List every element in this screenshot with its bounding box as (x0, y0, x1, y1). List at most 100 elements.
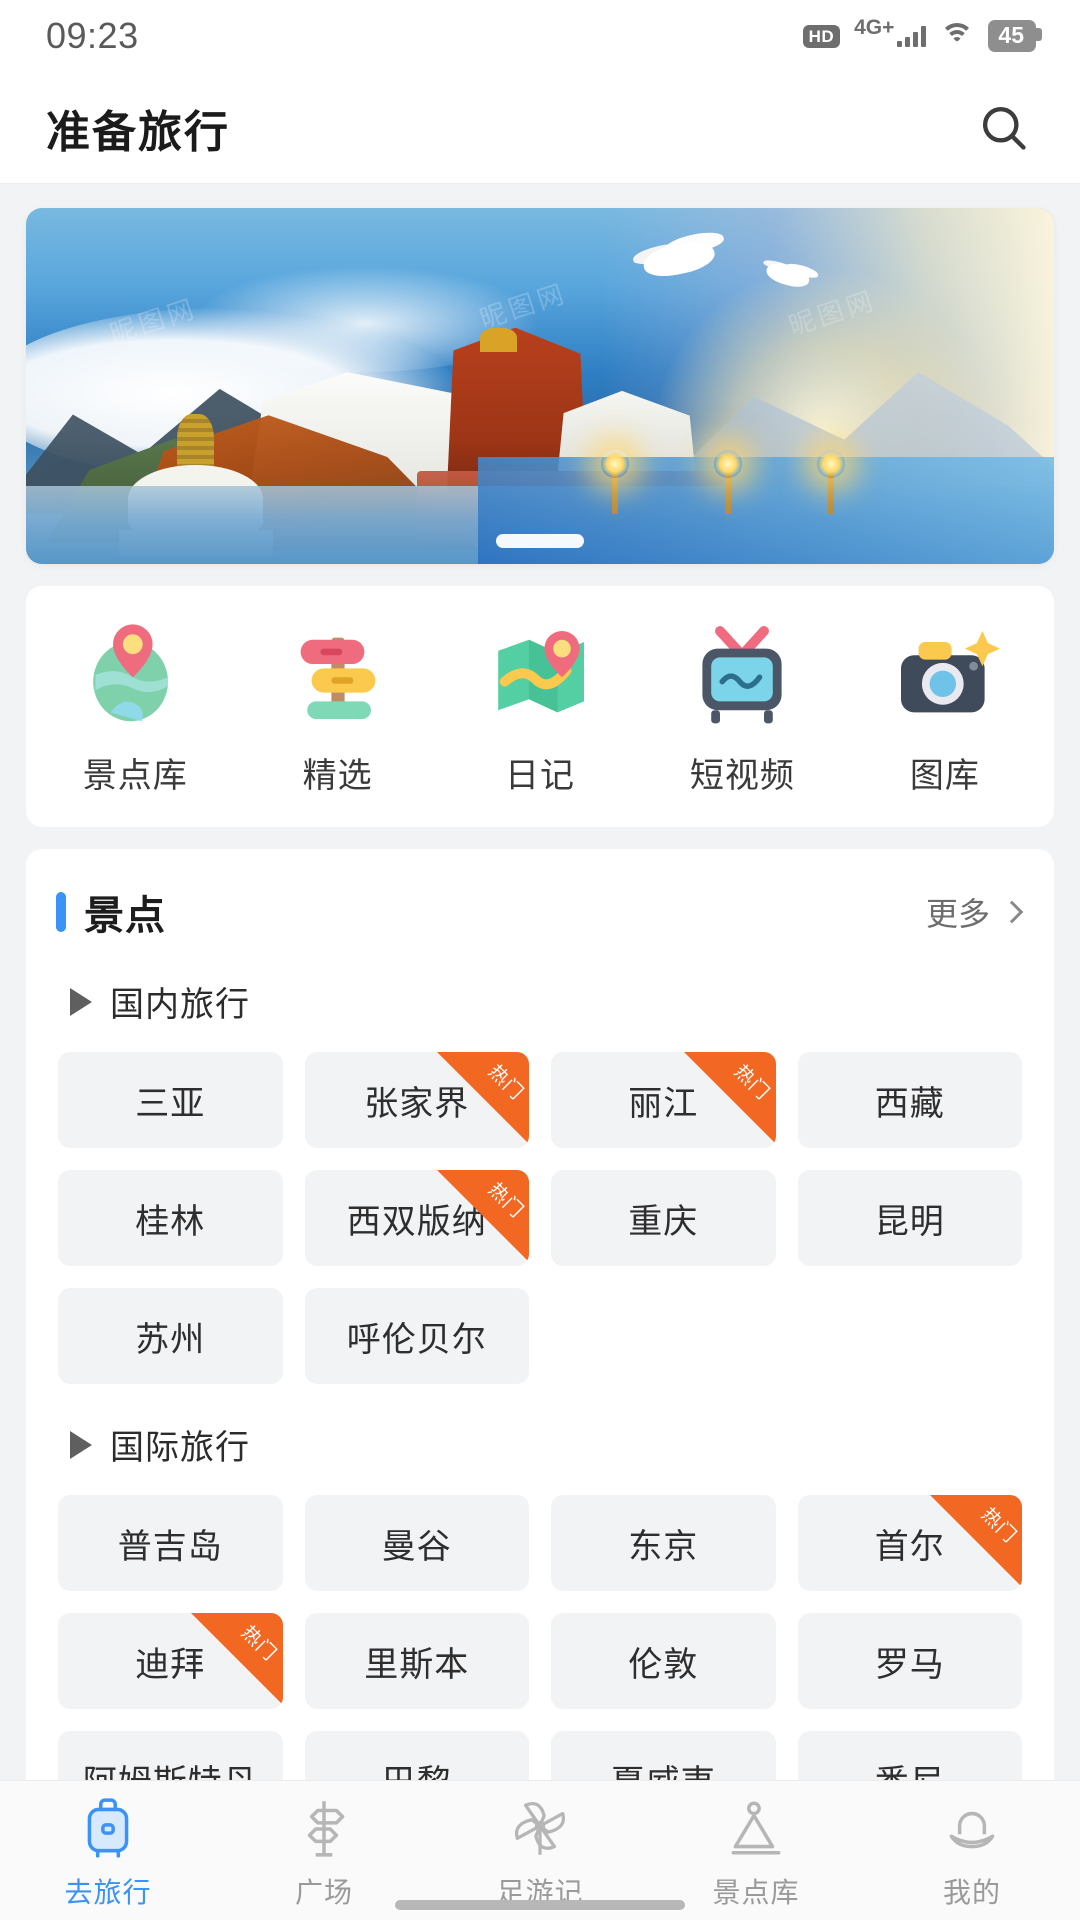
quick-action-tuku[interactable]: 图库 (844, 620, 1046, 797)
section-title: 景点 (84, 894, 166, 938)
destination-tag[interactable]: 昆明 (797, 1170, 1022, 1266)
destination-tag[interactable]: 里斯本 (304, 1613, 529, 1709)
tab-guangchang[interactable]: 广场 (216, 1795, 432, 1911)
quick-action-riji[interactable]: 日记 (439, 620, 641, 797)
group-title: 国际旅行 (110, 1429, 250, 1467)
destination-tag[interactable]: 曼谷 (304, 1495, 529, 1591)
more-link[interactable]: 更多 (925, 889, 1024, 935)
tab-jingdianku[interactable]: 景点库 (648, 1795, 864, 1911)
destination-tag[interactable]: 苏州 (58, 1288, 283, 1384)
battery-icon: 45 (988, 20, 1042, 52)
network-label: 4G+ (854, 16, 895, 39)
destination-tag[interactable]: 张家界 热门 (304, 1052, 529, 1148)
destination-tag-label: 夏威夷 (611, 1755, 716, 1781)
destination-tag[interactable]: 夏威夷 (551, 1731, 776, 1780)
destination-tag[interactable]: 重庆 (551, 1170, 776, 1266)
map-pin-icon (485, 620, 595, 728)
destination-tag[interactable]: 丽江 热门 (551, 1052, 776, 1148)
destination-tag[interactable]: 普吉岛 (58, 1495, 283, 1591)
search-icon[interactable] (972, 96, 1036, 160)
destination-tag-label: 东京 (628, 1527, 699, 1566)
tag-grid-international: 普吉岛 曼谷 东京 首尔热门迪拜热门 里斯本 伦敦 罗马阿姆斯特丹 巴黎 夏威夷 悉尼 (26, 1469, 1054, 1780)
signpost-icon (307, 1801, 345, 1857)
quick-action-jingxuan[interactable]: 精选 (236, 620, 438, 797)
tab-label: 广场 (294, 1877, 353, 1908)
tab-wode[interactable]: 我的 (864, 1795, 1080, 1911)
quick-action-label: 图库 (909, 757, 980, 795)
bottom-tab-bar: 去旅行 广场 足游记 景点库 我的 (0, 1780, 1080, 1920)
app-root: 09:23 HD 4G+ 45 准备旅行 昵图网 昵图网 昵图网 景点库 精选 … (0, 0, 1080, 1920)
chevron-right-icon (1000, 900, 1024, 924)
quick-action-duanshipin[interactable]: 短视频 (641, 620, 843, 797)
globe-pin-icon (80, 620, 190, 728)
destination-tag-label: 西藏 (874, 1084, 945, 1123)
destination-tag-label: 曼谷 (381, 1527, 452, 1566)
hd-icon: HD (802, 24, 841, 48)
destination-tag-label: 巴黎 (382, 1755, 452, 1781)
destination-tag-label: 重庆 (628, 1202, 699, 1241)
destination-tag-label: 三亚 (135, 1084, 206, 1123)
carousel-indicator[interactable] (496, 534, 584, 548)
tab-zuyouji[interactable]: 足游记 (432, 1795, 648, 1911)
destination-tag-label: 昆明 (874, 1202, 945, 1241)
destination-tag-label: 呼伦贝尔 (346, 1320, 487, 1359)
tv-icon (687, 620, 797, 728)
group-header-international[interactable]: 国际旅行 (26, 1384, 1054, 1469)
destination-tag[interactable]: 罗马 (797, 1613, 1022, 1709)
destination-tag-label: 悉尼 (875, 1755, 945, 1781)
hot-badge: 热门 (190, 1613, 283, 1705)
tab-qulvxing[interactable]: 去旅行 (0, 1795, 216, 1911)
signal-4g-icon: 4G+ (854, 17, 927, 47)
destination-tag[interactable]: 阿姆斯特丹 (58, 1731, 283, 1780)
scroll-content[interactable]: 昵图网 昵图网 昵图网 景点库 精选 日记 短视频 图库 景点 更多 国内旅行 … (0, 184, 1080, 1780)
home-indicator (395, 1900, 685, 1910)
more-label: 更多 (925, 896, 990, 932)
tab-label: 我的 (942, 1877, 1001, 1908)
destination-tag[interactable]: 巴黎 (304, 1731, 529, 1781)
group-title: 国内旅行 (110, 986, 250, 1024)
status-time: 09:23 (46, 15, 139, 56)
page-header: 准备旅行 (0, 72, 1080, 184)
status-icon-group: HD 4G+ 45 (802, 17, 1042, 52)
tab-label: 去旅行 (64, 1877, 152, 1908)
destination-tag-label: 阿姆斯特丹 (83, 1755, 258, 1781)
destination-tag[interactable]: 西双版纳 热门 (304, 1170, 529, 1266)
triangle-right-icon (70, 987, 92, 1016)
destination-tag-label: 伦敦 (628, 1645, 699, 1684)
destination-tag-label: 罗马 (874, 1645, 945, 1684)
attractions-card: 景点 更多 国内旅行 三亚 张家界 热门 丽江 热门 西藏桂林 西双版纳 热门 重庆 昆明苏州 呼伦… (26, 849, 1054, 1780)
quick-action-jingdianku[interactable]: 景点库 (34, 620, 236, 797)
status-bar: 09:23 HD 4G+ 45 (0, 0, 1080, 72)
hot-badge: 热门 (437, 1052, 529, 1144)
pinwheel-icon (514, 1801, 566, 1855)
destination-tag[interactable]: 呼伦贝尔 (304, 1288, 529, 1384)
camera-icon (890, 620, 1000, 728)
quick-action-label: 景点库 (82, 757, 188, 795)
section-title-wrap: 景点 (56, 883, 166, 941)
banner-image: 昵图网 昵图网 昵图网 (26, 208, 1054, 564)
hot-badge: 热门 (930, 1495, 1022, 1587)
tab-label: 景点库 (712, 1877, 800, 1908)
quick-action-label: 日记 (505, 757, 576, 795)
destination-tag[interactable]: 东京 (551, 1495, 776, 1591)
quick-action-label: 短视频 (689, 757, 795, 795)
wifi-icon (940, 23, 975, 49)
quick-actions-card: 景点库 精选 日记 短视频 图库 (26, 586, 1054, 827)
destination-tag[interactable]: 伦敦 (551, 1613, 776, 1709)
hot-badge: 热门 (437, 1170, 529, 1262)
destination-tag[interactable]: 迪拜 热门 (58, 1613, 283, 1709)
quick-actions-row: 景点库 精选 日记 短视频 图库 (26, 586, 1054, 827)
destination-tag-label: 苏州 (135, 1320, 206, 1359)
destination-tag[interactable]: 悉尼 (797, 1731, 1022, 1781)
destination-tag[interactable]: 三亚 (58, 1052, 283, 1148)
tag-grid-domestic: 三亚 张家界 热门 丽江 热门 西藏桂林 西双版纳 热门 重庆 昆明苏州 呼伦贝尔 (26, 1026, 1054, 1384)
destination-tag[interactable]: 西藏 (797, 1052, 1022, 1148)
hat-icon (949, 1811, 995, 1849)
accent-bar (56, 892, 66, 932)
mountain-icon (731, 1801, 781, 1855)
destination-tag[interactable]: 桂林 (58, 1170, 283, 1266)
destination-tag-label: 桂林 (135, 1202, 206, 1241)
banner-carousel[interactable]: 昵图网 昵图网 昵图网 (26, 208, 1054, 564)
destination-tag[interactable]: 首尔 热门 (797, 1495, 1022, 1591)
group-header-domestic[interactable]: 国内旅行 (26, 941, 1054, 1026)
